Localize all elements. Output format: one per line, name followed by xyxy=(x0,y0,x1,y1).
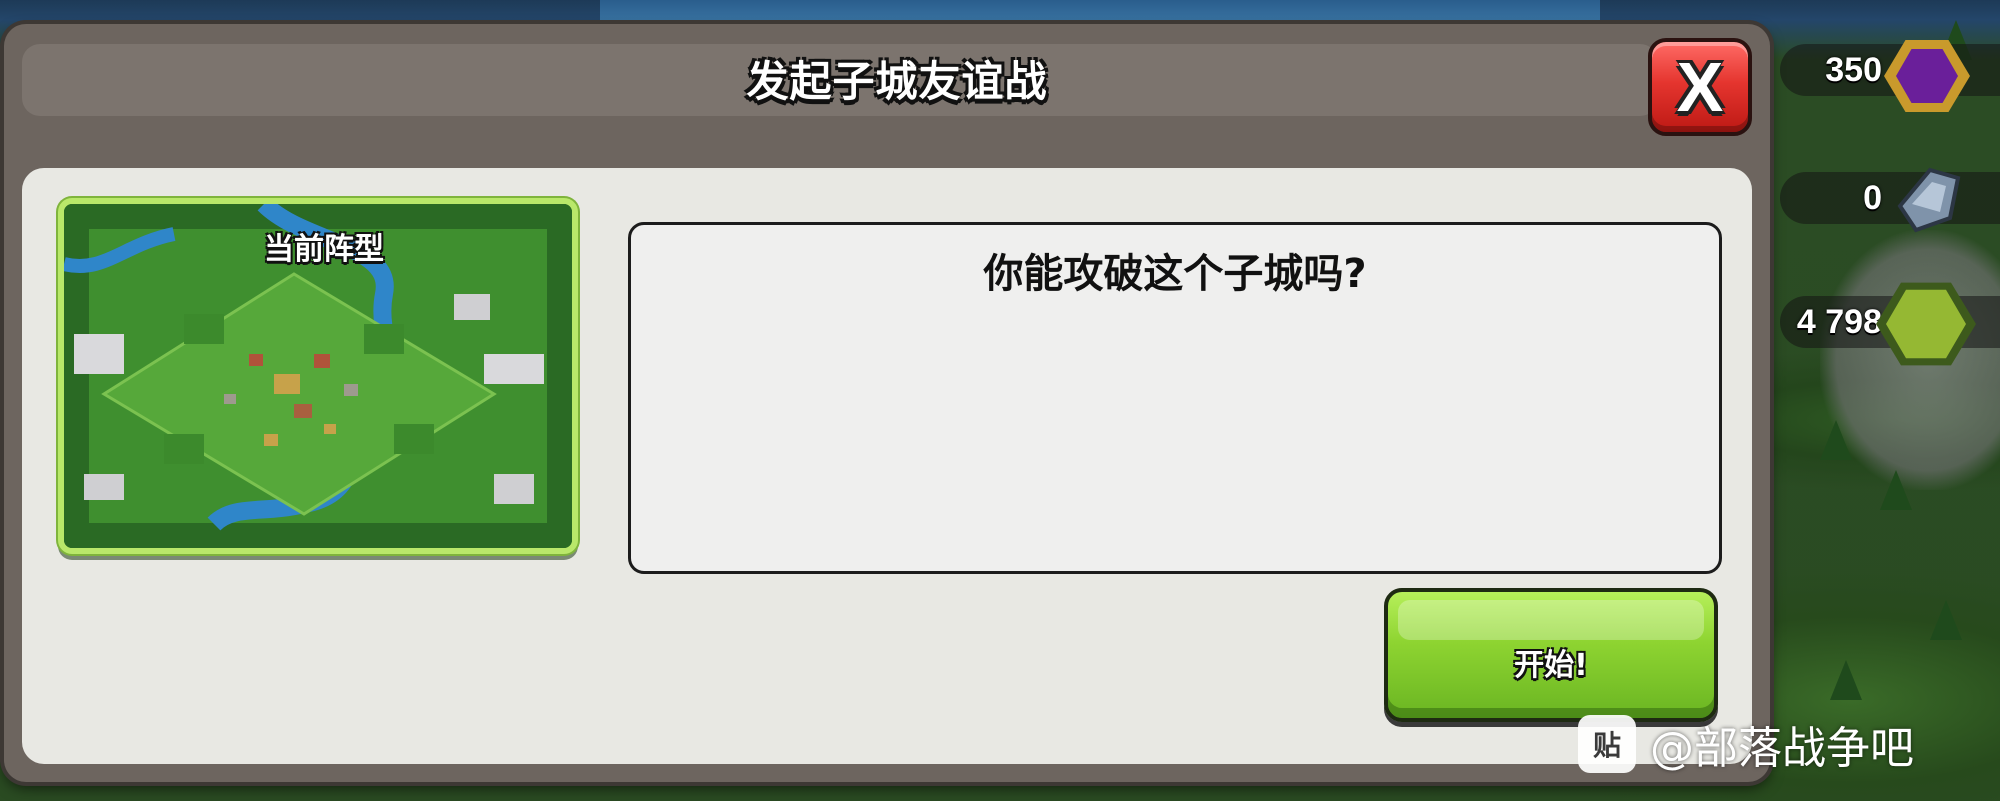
dialog-title: 发起子城友谊战 xyxy=(746,57,1048,106)
friendly-challenge-dialog: 发起子城友谊战 X 当前阵型 你能攻破这个子城吗? 开始! xyxy=(4,24,1770,782)
watermark-text: @部落战争吧 xyxy=(1650,723,1914,774)
watermark: 贴 @部落战争吧 xyxy=(1578,712,1914,776)
close-button[interactable]: X xyxy=(1648,38,1752,136)
gems-value: 4 798 xyxy=(1796,302,1882,341)
tieba-logo-icon: 贴 xyxy=(1578,715,1636,773)
elixir-value: 350 xyxy=(1825,50,1882,89)
ore-icon xyxy=(1880,156,1970,242)
start-button[interactable]: 开始! xyxy=(1384,588,1718,722)
dialog-content-panel: 当前阵型 你能攻破这个子城吗? 开始! xyxy=(22,168,1752,764)
background-tree xyxy=(1820,420,1852,460)
base-layout-preview[interactable]: 当前阵型 xyxy=(58,198,578,554)
background-tree xyxy=(1930,600,1962,640)
challenge-message-box[interactable]: 你能攻破这个子城吗? xyxy=(628,222,1722,574)
current-layout-label: 当前阵型 xyxy=(264,232,384,267)
close-icon: X xyxy=(1676,48,1724,126)
challenge-message-text: 你能攻破这个子城吗? xyxy=(983,251,1367,297)
background-tree xyxy=(1880,470,1912,510)
background-tree xyxy=(1830,660,1862,700)
start-button-label: 开始! xyxy=(1514,648,1588,683)
